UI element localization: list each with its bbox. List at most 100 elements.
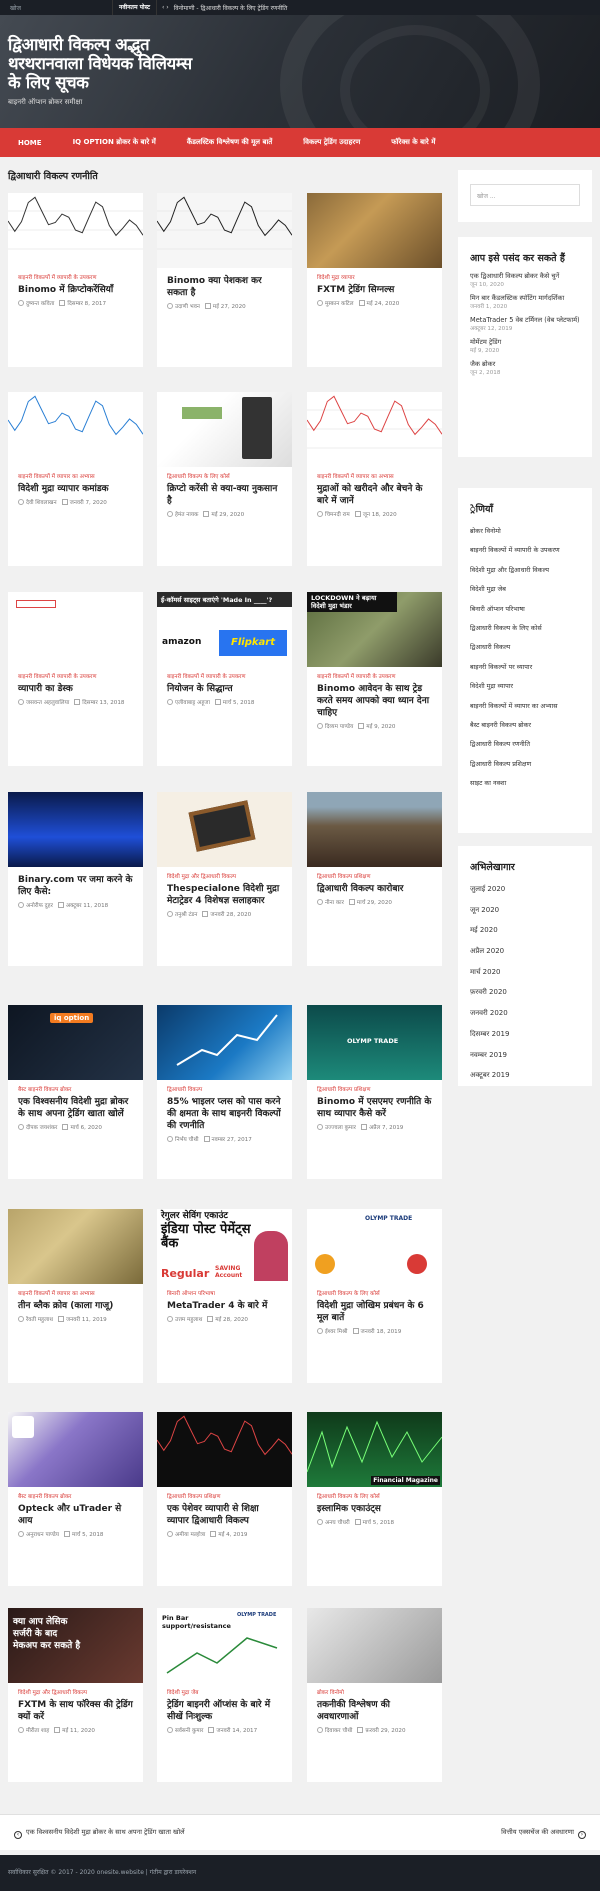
post-card[interactable]: बैस्ट बाइनरी विकल्प ब्रोकर Opteck और uTra… (8, 1412, 143, 1586)
post-author[interactable]: नीना कार (325, 900, 344, 906)
next-post-link[interactable]: वित्तीय एक्सचेंज की अवधारणा › (501, 1827, 590, 1839)
category-link[interactable]: द्विआधारी विकल्प रणनीति (470, 740, 580, 748)
post-thumbnail[interactable]: Financial Magazine (307, 1412, 442, 1487)
post-category[interactable]: बाइनरी विकल्पों में व्यापारी के उपकरण (18, 275, 133, 282)
post-thumbnail[interactable]: OLYMP TRADE (307, 1209, 442, 1284)
post-title[interactable]: Binomo क्या पेशकश कर सकता है (167, 275, 282, 299)
post-category[interactable]: बैस्ट बाइनरी विकल्प ब्रोकर (18, 1494, 133, 1501)
post-author[interactable]: ईश्वर मिश्री (325, 1329, 348, 1335)
nav-item-forex[interactable]: फॉरेक्स के बारे में (391, 138, 435, 147)
post-title[interactable]: Binomo में क्रिप्टोकरेंसियाँ (18, 284, 133, 296)
post-title[interactable]: Binomo में एसएमए रणनीति के साथ व्यापार क… (317, 1096, 432, 1120)
post-thumbnail[interactable] (8, 392, 143, 467)
post-thumbnail[interactable]: OLYMP TRADE (307, 1005, 442, 1080)
post-title[interactable]: FXTM ट्रेडिंग सिग्नल्स (317, 284, 432, 296)
post-category[interactable]: बैस्ट बाइनरी विकल्प ब्रोकर (18, 1087, 133, 1094)
post-category[interactable]: बिनारी ऑप्शन परिभाषा (167, 1291, 282, 1298)
post-thumbnail[interactable] (307, 792, 442, 867)
post-thumbnail[interactable] (8, 1412, 143, 1487)
post-author[interactable]: रेवती महुलाथ (26, 1317, 53, 1323)
post-title[interactable]: MetaTrader 4 के बारे में (167, 1300, 282, 1312)
post-date[interactable]: जनवरी 28, 2020 (210, 912, 251, 918)
post-thumbnail[interactable] (157, 1412, 292, 1487)
category-link[interactable]: बाइनरी विकल्पों में व्यापार का अभ्यास (470, 702, 580, 710)
post-date[interactable]: नवम्बर 27, 2017 (212, 1137, 252, 1143)
post-date[interactable]: दिसम्बर 8, 2017 (67, 301, 106, 307)
post-author[interactable]: अनघ चौधरी (325, 1520, 350, 1526)
post-date[interactable]: मई 9, 2020 (366, 724, 395, 730)
category-link[interactable]: ब्रोकर विनोमो (470, 527, 580, 535)
post-date[interactable]: जनवरी 18, 2019 (361, 1329, 402, 1335)
post-thumbnail[interactable]: iq option (8, 1005, 143, 1080)
post-title[interactable]: द्विआधारी विकल्प कारोबार (317, 883, 432, 895)
archive-link[interactable]: मार्च 2020 (470, 968, 580, 976)
post-card[interactable]: iq option बैस्ट बाइनरी विकल्प ब्रोकर एक वि… (8, 1005, 143, 1179)
post-date[interactable]: जनवरी 7, 2020 (70, 500, 107, 506)
post-category[interactable]: विदेशी मुद्रा और द्विआधारी विकल्प (167, 874, 282, 881)
archive-link[interactable]: मई 2020 (470, 926, 580, 934)
category-link[interactable]: विदेशी मुद्रा व्यापार (470, 682, 580, 690)
ticker-arrows-icon[interactable]: ‹ › (157, 4, 174, 11)
post-author[interactable]: मुस्कान कटिल (325, 301, 354, 307)
post-card[interactable]: द्विआधारी विकल्प प्रशिक्षण एक पेशेवर व्या… (157, 1412, 292, 1586)
post-author[interactable]: मीरीता शाह (26, 1728, 49, 1734)
category-link[interactable]: द्विआधारी विकल्प (470, 643, 580, 651)
category-link[interactable]: बाइनरी विकल्पों में व्यापारी के उपकरण (470, 546, 580, 554)
post-date[interactable]: जून 18, 2020 (363, 512, 397, 518)
post-date[interactable]: दिसम्बर 13, 2018 (82, 700, 124, 706)
post-category[interactable]: ब्रोकर विनोमो (317, 1690, 432, 1697)
recent-post-link[interactable]: मोमेंटम ट्रेडिंग (470, 338, 580, 347)
category-link[interactable]: साइट का नक्शा (470, 779, 580, 787)
category-link[interactable]: विदेशी मुद्रा और द्विआधारी विकल्प (470, 566, 580, 574)
post-thumbnail[interactable]: Pin Bar support/resistance OLYMP TRADE (157, 1608, 292, 1683)
post-category[interactable]: बाइनरी विकल्पों में व्यापारी के उपकरण (317, 674, 432, 681)
post-card[interactable]: द्विआधारी विकल्प प्रशिक्षण द्विआधारी विकल… (307, 792, 442, 966)
post-thumbnail[interactable]: रेगुलर सेविंग एकाउंट इंडिया पोस्ट पेमेंट्… (157, 1209, 292, 1284)
post-date[interactable]: मई 28, 2020 (215, 1317, 248, 1323)
post-author[interactable]: देवी शिवलाखन (26, 500, 57, 506)
post-title[interactable]: ट्रेडिंग बाइनरी ऑप्शंस के बारे में सीखें… (167, 1699, 282, 1723)
post-date[interactable]: अप्रैल 7, 2019 (369, 1125, 403, 1131)
category-link[interactable]: बाइनरी विकल्पों पर व्यापार (470, 663, 580, 671)
post-author[interactable]: जसवन्त अहलुवालिया (26, 700, 69, 706)
archive-link[interactable]: जुलाई 2020 (470, 885, 580, 893)
archive-link[interactable]: नवम्बर 2019 (470, 1051, 580, 1059)
post-card[interactable]: विदेशी मुद्रा और द्विआधारी विकल्प Thespec… (157, 792, 292, 966)
category-link[interactable]: विदेशी मुद्रा जेब (470, 585, 580, 593)
post-date[interactable]: जनवरी 14, 2017 (216, 1728, 257, 1734)
post-author[interactable]: दुष्यन्त कविता (26, 301, 54, 307)
recent-post-link[interactable]: मिन बार कैंडलस्टिक स्पॉटिंग मार्गदर्शिका (470, 294, 580, 303)
post-author[interactable]: दिव्यम पाण्डेय (325, 724, 353, 730)
post-author[interactable]: अनुराधन पाण्डेय (26, 1532, 59, 1538)
post-author[interactable]: अमीया मल्होत्रा (175, 1532, 205, 1538)
post-category[interactable]: द्विआधारी विकल्प के लिए कोर्स (317, 1494, 432, 1501)
post-category[interactable]: बाइनरी विकल्पों में व्यापार का अभ्यास (18, 474, 133, 481)
post-author[interactable]: सर्वसनी कुमार (175, 1728, 203, 1734)
ticker-news-link[interactable]: विनोमाणी - द्विआधारी विकल्प के लिए ट्रेड… (174, 4, 288, 12)
post-title[interactable]: Thespecialone विदेशी मुद्रा मेटाट्रेडर 4… (167, 883, 282, 907)
search-input[interactable]: खोज ... (470, 184, 580, 206)
post-category[interactable]: द्विआधारी विकल्प के लिए कोर्स (167, 474, 282, 481)
post-thumbnail[interactable] (8, 592, 143, 667)
post-title[interactable]: मुद्राओं को खरीदने और बेचने के बारे में … (317, 483, 432, 507)
archive-link[interactable]: अक्टूबर 2019 (470, 1071, 580, 1079)
post-card[interactable]: क्या आप लेसिक सर्जरी के बाद मेकअप कर सकत… (8, 1608, 143, 1782)
post-card[interactable]: बाइनरी विकल्पों में व्यापार का अभ्यास विद… (8, 392, 143, 566)
post-thumbnail[interactable] (8, 193, 143, 268)
post-thumbnail[interactable] (157, 392, 292, 467)
nav-item-options-examples[interactable]: विकल्प ट्रेडिंग उदाहरण (303, 138, 360, 147)
post-author[interactable]: तनुश्री टंडन (175, 912, 197, 918)
post-thumbnail[interactable]: ई-कॉमर्स साइट्स बताएंगे 'Made In ____'? a… (157, 592, 292, 667)
post-thumbnail[interactable] (307, 1608, 442, 1683)
post-date[interactable]: मार्च 6, 2020 (70, 1125, 101, 1131)
post-date[interactable]: मार्च 5, 2018 (363, 1520, 394, 1526)
post-author[interactable]: उत्तम महुलाथ (175, 1317, 202, 1323)
archive-link[interactable]: दिसम्बर 2019 (470, 1030, 580, 1038)
post-title[interactable]: FXTM के साथ फॉरेक्स की ट्रेडिंग क्यों कर… (18, 1699, 133, 1723)
post-date[interactable]: जनवरी 11, 2019 (66, 1317, 107, 1323)
post-title[interactable]: व्यापारी का डेस्क (18, 683, 133, 695)
post-card[interactable]: LOCKDOWN ने बढ़ाया विदेशी मुद्रा भंडार बा… (307, 592, 442, 766)
recent-post-link[interactable]: एक द्विआधारी विकल्प ब्रोकर कैसे चुनें (470, 272, 580, 281)
post-date[interactable]: मार्च 29, 2020 (357, 900, 392, 906)
post-author[interactable]: दिवाकर चौथी (325, 1728, 352, 1734)
